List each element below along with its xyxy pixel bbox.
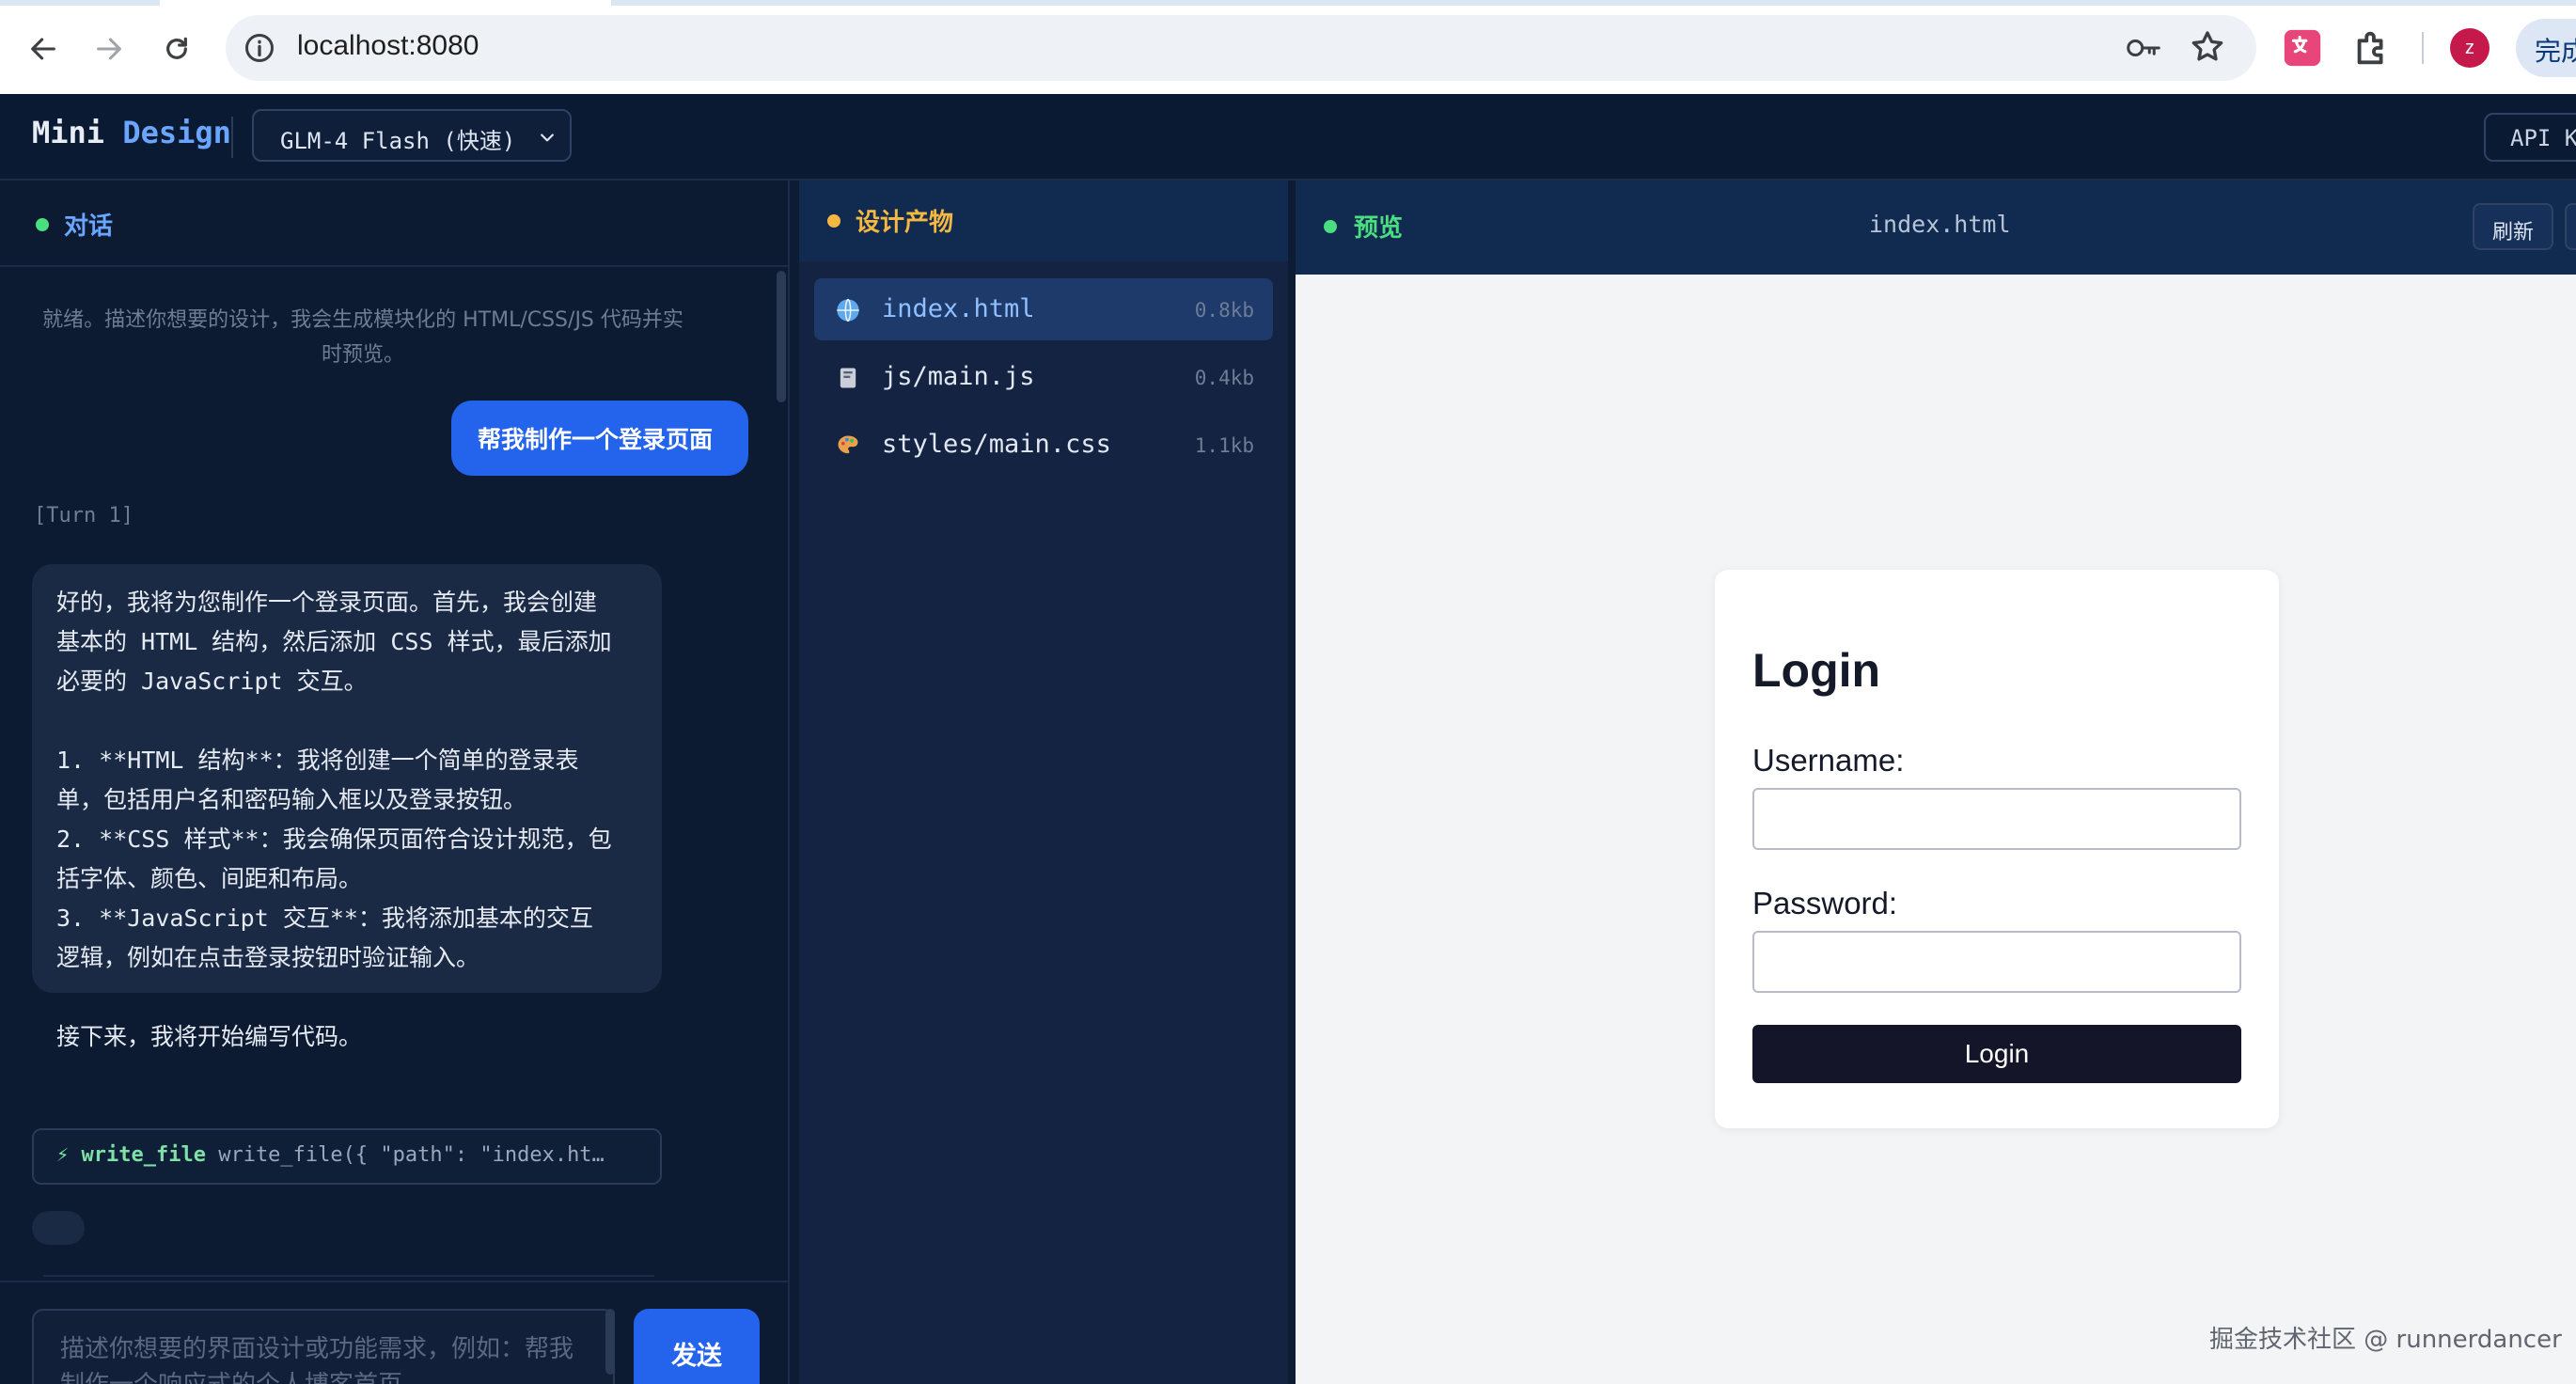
input-scrollbar[interactable]	[605, 1309, 615, 1375]
active-tab[interactable]	[160, 0, 611, 6]
palette-icon	[838, 435, 858, 454]
tool-args: write_file({ "path": "index.ht…	[218, 1143, 605, 1167]
brand-mini: Mini	[32, 115, 105, 150]
profile-avatar[interactable]: z	[2450, 28, 2490, 68]
preview-action-button[interactable]	[2565, 203, 2576, 250]
api-key-button[interactable]: API K	[2484, 113, 2576, 162]
extensions-puzzle-icon[interactable]	[2350, 26, 2394, 70]
site-info-icon[interactable]	[243, 31, 276, 65]
file-name: index.html	[882, 294, 1035, 323]
message-divider	[43, 1275, 654, 1277]
brand-design: Design	[122, 115, 231, 150]
arrow-right-icon	[97, 38, 121, 60]
artifacts-panel-title: 设计产物	[856, 209, 954, 237]
assistant-line: 接下来，我将开始编写代码。	[56, 1023, 363, 1050]
assistant-line: 逻辑，例如在点击登录按钮时验证输入。	[56, 944, 480, 971]
chat-input[interactable]: 描述你想要的界面设计或功能需求，例如：帮我制作一个响应式的个人博客首页	[32, 1309, 615, 1384]
artifacts-panel: 设计产物 index.html 0.8kb js/main.js 0.4kb s…	[799, 181, 1288, 1384]
password-input[interactable]	[1752, 931, 2241, 993]
preview-status-dot	[1324, 220, 1337, 233]
login-card: Login Username: Password: Login	[1715, 570, 2279, 1128]
done-button[interactable]: 完成	[2516, 19, 2576, 77]
turn-label: [Turn 1]	[34, 504, 134, 527]
file-item-main-css[interactable]: styles/main.css 1.1kb	[814, 414, 1273, 476]
file-name: js/main.js	[882, 362, 1035, 391]
refresh-button[interactable]: 刷新	[2473, 203, 2553, 250]
login-heading: Login	[1752, 644, 1881, 697]
file-size: 0.4kb	[1194, 367, 1254, 389]
username-label: Username:	[1752, 743, 1905, 778]
arrow-left-icon	[31, 38, 55, 60]
back-button[interactable]	[15, 21, 71, 77]
scroll-icon	[840, 368, 856, 388]
chat-panel: 对话 就绪。描述你想要的设计，我会生成模块化的 HTML/CSS/JS 代码并实…	[0, 181, 790, 1384]
chat-status-dot	[36, 218, 49, 231]
assistant-line: 必要的 JavaScript 交互。	[56, 668, 368, 695]
assistant-line: 好的，我将为您制作一个登录页面。首先，我会创建	[56, 589, 598, 616]
url-text[interactable]: localhost:8080	[297, 30, 479, 62]
file-item-index-html[interactable]: index.html 0.8kb	[814, 278, 1273, 340]
tab-strip	[0, 0, 2576, 6]
typing-indicator	[32, 1211, 85, 1245]
assistant-line: 2. **CSS 样式**：我会确保页面符合设计规范，包	[56, 826, 612, 853]
reload-button[interactable]	[149, 21, 205, 77]
bookmark-star-icon[interactable]	[2189, 28, 2226, 66]
assistant-line: 1. **HTML 结构**：我将创建一个简单的登录表	[56, 747, 579, 774]
reload-icon	[166, 37, 187, 59]
key-icon[interactable]	[2125, 34, 2162, 62]
artifacts-panel-header: 设计产物	[799, 181, 1288, 261]
address-bar[interactable]: localhost:8080	[226, 15, 2256, 81]
chat-scrollbar[interactable]	[777, 271, 786, 402]
file-item-main-js[interactable]: js/main.js 0.4kb	[814, 346, 1273, 408]
artifacts-status-dot	[827, 214, 840, 228]
username-input[interactable]	[1752, 788, 2241, 850]
translate-extension-icon[interactable]	[2281, 26, 2324, 70]
toolbar-divider	[2422, 32, 2424, 64]
forward-button[interactable]	[81, 21, 137, 77]
send-button[interactable]: 发送	[634, 1309, 760, 1384]
browser-chrome: localhost:8080 z 完成	[0, 0, 2576, 94]
app-logo: Mini Design	[32, 115, 231, 150]
preview-panel-header: 预览 index.html 刷新	[1296, 181, 2576, 275]
user-message: 帮我制作一个登录页面	[451, 401, 748, 476]
file-size: 1.1kb	[1194, 434, 1254, 457]
preview-panel-title: 预览	[1354, 214, 1404, 243]
app-header: Mini Design GLM-4 Flash (快速) API K	[0, 94, 2576, 181]
chat-panel-title: 对话	[64, 212, 114, 241]
lightning-icon: ⚡	[56, 1143, 70, 1167]
file-size: 0.8kb	[1194, 299, 1254, 322]
assistant-line: 单，包括用户名和密码输入框以及登录按钮。	[56, 786, 527, 813]
preview-panel: 预览 index.html 刷新 Login Username: Passwor…	[1296, 181, 2576, 1384]
assistant-line: 3. **JavaScript 交互**：我将添加基本的交互	[56, 904, 593, 932]
globe-icon	[837, 298, 859, 322]
file-name: styles/main.css	[882, 430, 1111, 459]
chat-panel-header: 对话	[0, 181, 788, 267]
header-divider	[231, 117, 233, 158]
watermark: 掘金技术社区 @ runnerdancer	[2209, 1326, 2562, 1354]
preview-file-name: index.html	[1869, 211, 2011, 238]
assistant-message: 好的，我将为您制作一个登录页面。首先，我会创建 基本的 HTML 结构，然后添加…	[32, 564, 662, 1050]
tool-call-card[interactable]: ⚡ write_file write_file({ "path": "index…	[32, 1128, 662, 1185]
password-label: Password:	[1752, 886, 1898, 920]
login-button[interactable]: Login	[1752, 1025, 2241, 1083]
assistant-line: 基本的 HTML 结构，然后添加 CSS 样式，最后添加	[56, 628, 612, 655]
model-select[interactable]: GLM-4 Flash (快速)	[252, 109, 572, 162]
chevron-down-icon	[541, 134, 554, 142]
tool-name: write_file	[81, 1143, 206, 1167]
model-select-value: GLM-4 Flash (快速)	[280, 128, 516, 154]
assistant-line: 括字体、颜色、间距和布局。	[56, 865, 363, 892]
ready-status: 就绪。描述你想要的设计，我会生成模块化的 HTML/CSS/JS 代码并实时预览…	[42, 308, 683, 367]
